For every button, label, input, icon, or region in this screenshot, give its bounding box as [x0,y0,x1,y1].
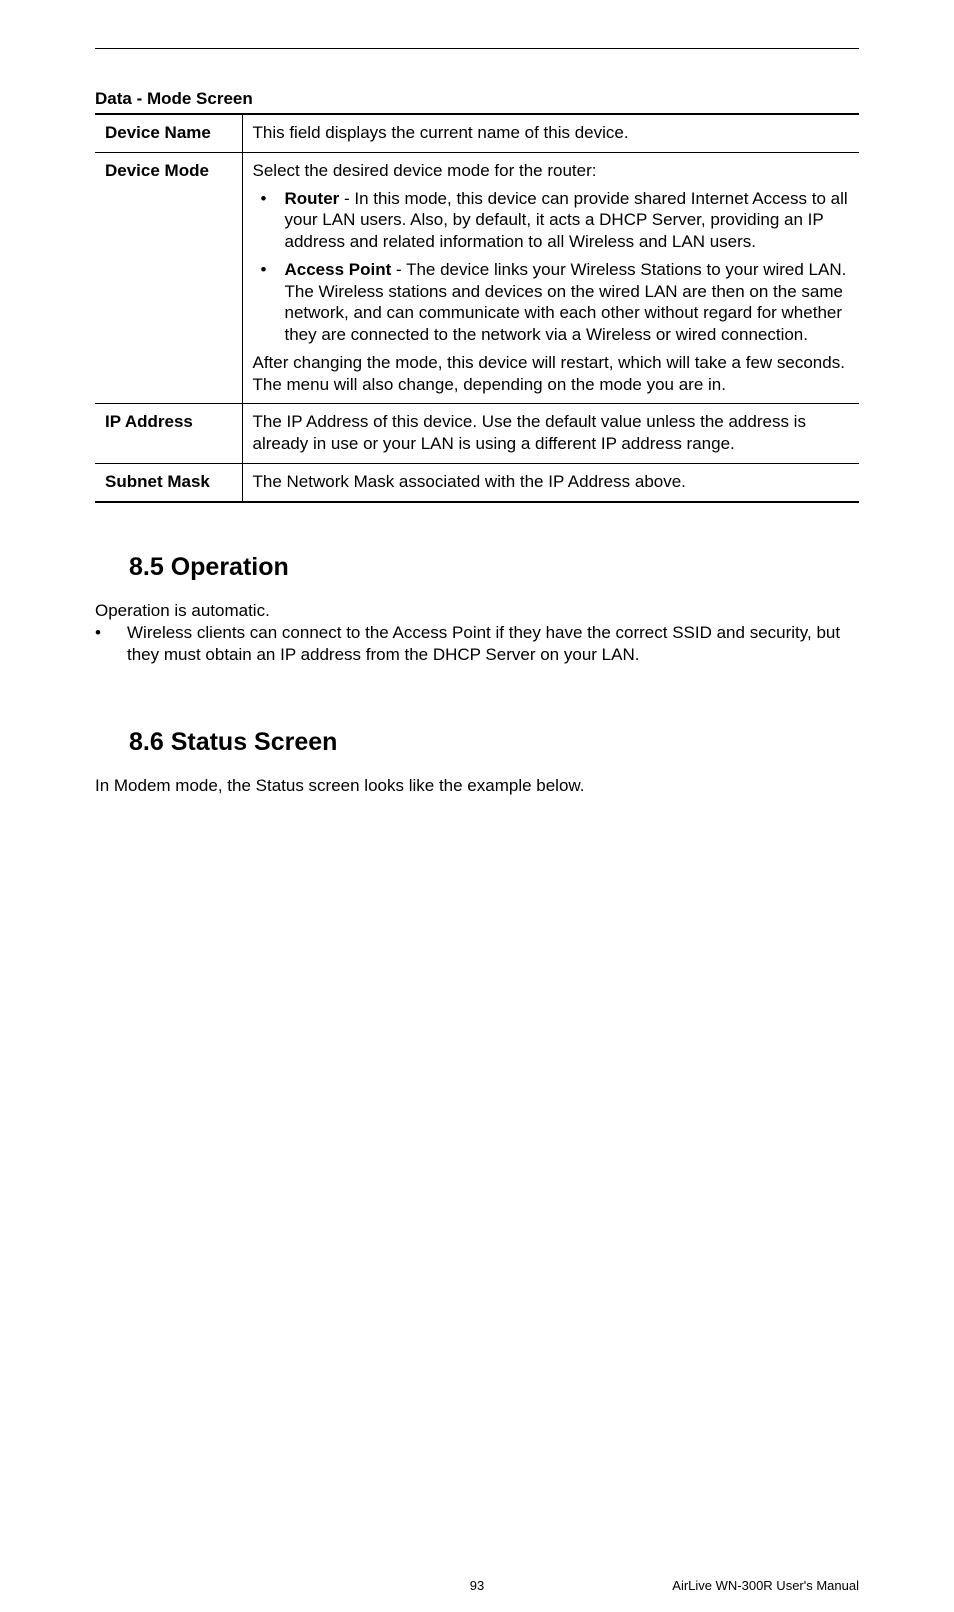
top-horizontal-rule [95,48,859,49]
table-row: Device Name This field displays the curr… [95,114,859,152]
bullet-bold: Access Point [285,260,392,279]
status-screen-para: In Modem mode, the Status screen looks l… [95,775,859,797]
list-item: Access Point - The device links your Wir… [253,259,850,346]
row-content-ip-address: The IP Address of this device. Use the d… [242,404,859,464]
bullet-bold: Router [285,189,340,208]
table-row: Subnet Mask The Network Mask associated … [95,463,859,501]
device-mode-after: After changing the mode, this device wil… [253,352,850,396]
heading-operation: 8.5 Operation [129,553,859,582]
row-content-device-name: This field displays the current name of … [242,114,859,152]
operation-bullets: Wireless clients can connect to the Acce… [95,622,859,666]
row-content-subnet-mask: The Network Mask associated with the IP … [242,463,859,501]
row-label-device-name: Device Name [95,114,242,152]
row-label-device-mode: Device Mode [95,152,242,404]
heading-status-screen: 8.6 Status Screen [129,728,859,757]
bullet-text: - In this mode, this device can provide … [285,189,848,252]
footer-manual-title: AirLive WN-300R User's Manual [672,1578,859,1593]
device-mode-intro: Select the desired device mode for the r… [253,160,850,182]
row-content-device-mode: Select the desired device mode for the r… [242,152,859,404]
table-row: IP Address The IP Address of this device… [95,404,859,464]
row-label-ip-address: IP Address [95,404,242,464]
row-label-subnet-mask: Subnet Mask [95,463,242,501]
mode-screen-table: Device Name This field displays the curr… [95,113,859,503]
table-title: Data - Mode Screen [95,89,859,109]
device-mode-bullets: Router - In this mode, this device can p… [253,188,850,346]
page-container: Data - Mode Screen Device Name This fiel… [0,0,954,797]
table-row: Device Mode Select the desired device mo… [95,152,859,404]
list-item: Router - In this mode, this device can p… [253,188,850,253]
list-item: Wireless clients can connect to the Acce… [95,622,859,666]
operation-para: Operation is automatic. [95,600,859,622]
